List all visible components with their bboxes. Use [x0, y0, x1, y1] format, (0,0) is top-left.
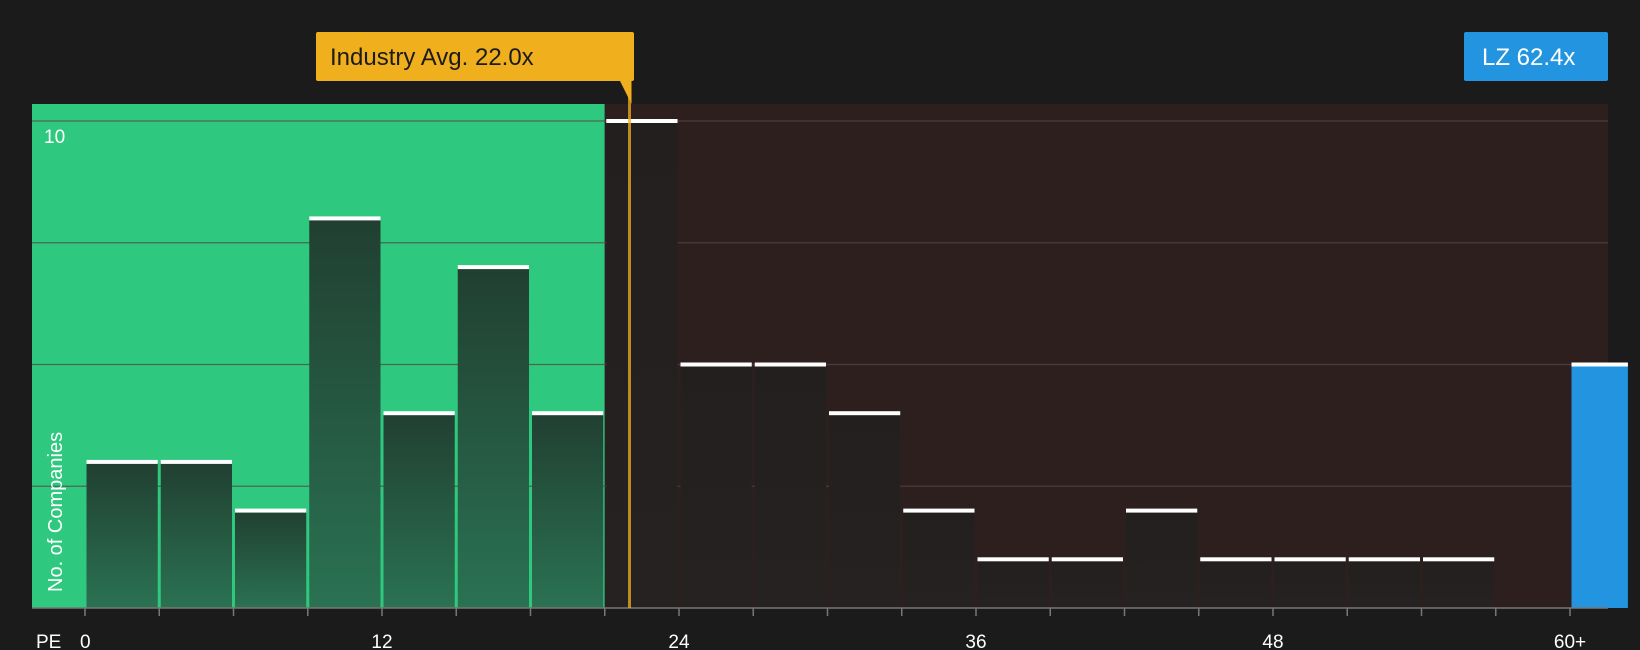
x-axis: PE 0 12 24 36 48 60+ — [32, 607, 1608, 650]
histogram-bar — [383, 413, 455, 608]
histogram-bar — [457, 267, 529, 608]
bar-top-marker — [383, 411, 455, 416]
histogram-bar — [309, 218, 381, 608]
x-axis-label: PE — [36, 632, 61, 650]
histogram-bar — [1571, 364, 1628, 608]
bar-top-marker — [1571, 362, 1628, 367]
x-tick-label: 48 — [1262, 632, 1283, 650]
bar-top-marker — [532, 411, 604, 416]
bar-top-marker — [606, 119, 678, 123]
histogram-bar — [160, 461, 232, 608]
bar-top-marker — [160, 459, 232, 464]
industry-avg-pointer — [619, 80, 632, 104]
histogram-bar — [1348, 559, 1420, 608]
pe-distribution-chart: 10 PE 0 12 24 36 48 60+ Industry Avg. 22.0x LZ … — [32, 32, 1628, 650]
histogram-bar — [606, 121, 678, 608]
y-tick-label: 10 — [44, 127, 65, 148]
bar-top-marker — [754, 362, 826, 367]
x-tick-label: 36 — [965, 632, 986, 650]
bar-top-marker — [1423, 557, 1495, 562]
histogram-bar — [754, 364, 826, 608]
bar-top-marker — [829, 411, 901, 416]
bar-top-marker — [1051, 557, 1123, 562]
histogram-bar — [903, 510, 975, 608]
histogram-bar — [977, 559, 1049, 608]
histogram-bar — [1423, 559, 1495, 608]
bar-top-marker — [1126, 508, 1198, 513]
bar-top-marker — [235, 508, 307, 513]
histogram-bar — [1051, 559, 1123, 608]
company-label: LZ 62.4x — [1482, 44, 1575, 71]
bar-top-marker — [977, 557, 1049, 562]
x-tick-label: 60+ — [1554, 632, 1586, 650]
bar-top-marker — [1274, 557, 1346, 562]
bar-top-marker — [1200, 557, 1272, 562]
histogram-bar — [1274, 559, 1346, 608]
bar-top-marker — [309, 216, 381, 221]
bar-top-marker — [457, 265, 529, 270]
bar-top-marker — [680, 362, 752, 367]
histogram-bar — [829, 413, 901, 608]
industry-avg-label: Industry Avg. 22.0x — [330, 44, 534, 71]
histogram-bar — [680, 364, 752, 608]
bar-top-marker — [903, 508, 975, 513]
bar-top-marker — [1348, 557, 1420, 562]
x-tick-label: 24 — [668, 632, 690, 650]
y-axis-label: No. of Companies — [45, 432, 67, 592]
histogram-bar — [1200, 559, 1272, 608]
histogram-bar — [86, 461, 158, 608]
x-tick-label: 0 — [80, 632, 91, 650]
x-tick-label: 12 — [371, 632, 392, 650]
histogram-bar — [235, 510, 307, 608]
histogram-bar — [1126, 510, 1198, 608]
histogram-bar — [532, 413, 604, 608]
bar-top-marker — [86, 459, 158, 464]
